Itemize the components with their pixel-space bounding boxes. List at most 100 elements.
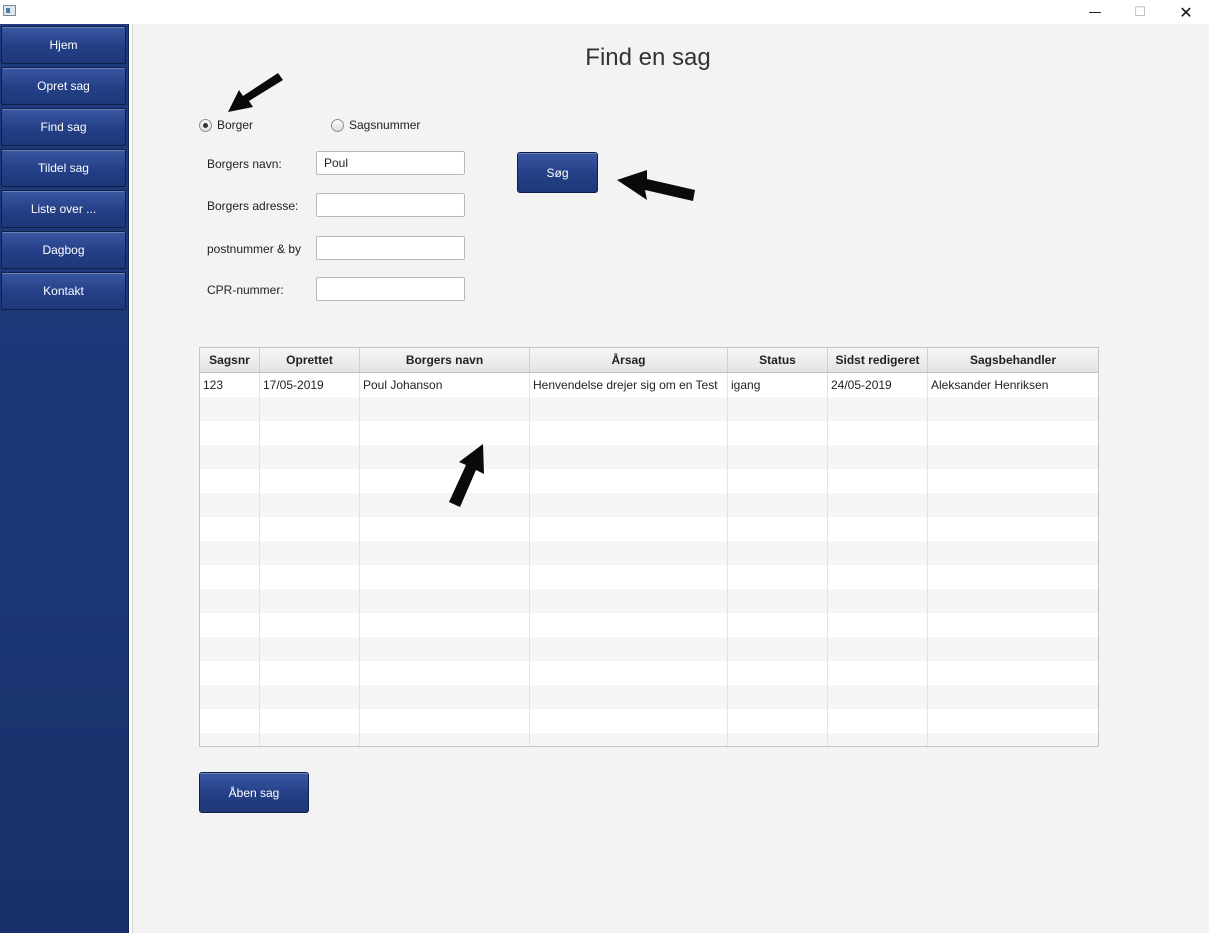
table-row-empty <box>200 469 1098 493</box>
table-cell-empty <box>200 421 260 445</box>
table-cell-empty <box>828 565 928 589</box>
sidebar-item-tildel-sag[interactable]: Tildel sag <box>1 149 126 187</box>
column-header-aarsag[interactable]: Årsag <box>530 348 728 372</box>
table-row-empty <box>200 637 1098 661</box>
table-cell-empty <box>728 565 828 589</box>
table-cell-empty <box>360 445 530 469</box>
cases-table: Sagsnr Oprettet Borgers navn Årsag Statu… <box>199 347 1099 747</box>
arrow-annotation-icon <box>228 73 283 112</box>
table-cell-empty <box>200 541 260 565</box>
table-cell-empty <box>530 733 728 746</box>
table-row-empty <box>200 733 1098 746</box>
radio-borger[interactable]: Borger <box>199 118 253 132</box>
borgers-navn-label: Borgers navn: <box>207 157 282 171</box>
table-cell-empty <box>260 421 360 445</box>
table-cell-empty <box>928 445 1098 469</box>
cell-borgers-navn: Poul Johanson <box>360 373 530 397</box>
table-cell-empty <box>928 517 1098 541</box>
column-header-status[interactable]: Status <box>728 348 828 372</box>
table-cell-empty <box>928 613 1098 637</box>
main-panel: Find en sag Borger Sagsnummer Borgers na… <box>132 24 1209 933</box>
maximize-icon[interactable]: ☐ <box>1117 0 1163 24</box>
cell-oprettet: 17/05-2019 <box>260 373 360 397</box>
cpr-nummer-input[interactable] <box>316 277 465 301</box>
table-cell-empty <box>260 493 360 517</box>
table-cell-empty <box>200 493 260 517</box>
table-row-empty <box>200 589 1098 613</box>
table-cell-empty <box>928 685 1098 709</box>
borgers-navn-input[interactable] <box>316 151 465 175</box>
sidebar-item-hjem[interactable]: Hjem <box>1 26 126 64</box>
table-cell-empty <box>530 637 728 661</box>
table-cell-empty <box>728 445 828 469</box>
table-cell-empty <box>360 685 530 709</box>
table-cell-empty <box>530 397 728 421</box>
column-header-oprettet[interactable]: Oprettet <box>260 348 360 372</box>
table-cell-empty <box>928 709 1098 733</box>
sidebar: Hjem Opret sag Find sag Tildel sag Liste… <box>0 24 129 933</box>
table-cell-empty <box>200 469 260 493</box>
table-cell-empty <box>728 685 828 709</box>
sidebar-item-kontakt[interactable]: Kontakt <box>1 272 126 310</box>
table-row[interactable]: 123 17/05-2019 Poul Johanson Henvendelse… <box>200 373 1098 397</box>
table-cell-empty <box>828 661 928 685</box>
open-case-button[interactable]: Åben sag <box>199 772 309 813</box>
sidebar-item-opret-sag[interactable]: Opret sag <box>1 67 126 105</box>
table-body: 123 17/05-2019 Poul Johanson Henvendelse… <box>200 373 1098 746</box>
sidebar-item-dagbog[interactable]: Dagbog <box>1 231 126 269</box>
table-cell-empty <box>828 397 928 421</box>
radio-borger-label: Borger <box>217 118 254 132</box>
table-cell-empty <box>360 709 530 733</box>
postnummer-by-input[interactable] <box>316 236 465 260</box>
table-cell-empty <box>928 397 1098 421</box>
table-cell-empty <box>260 613 360 637</box>
title-bar: — ☐ ✕ <box>0 0 1209 24</box>
search-button[interactable]: Søg <box>517 152 598 193</box>
table-cell-empty <box>928 637 1098 661</box>
table-cell-empty <box>530 661 728 685</box>
table-cell-empty <box>828 517 928 541</box>
table-cell-empty <box>260 589 360 613</box>
radio-borger-indicator[interactable] <box>199 118 212 132</box>
minimize-icon[interactable]: — <box>1072 0 1118 24</box>
radio-sagsnummer-indicator[interactable] <box>331 118 344 132</box>
sidebar-item-find-sag[interactable]: Find sag <box>1 108 126 146</box>
sidebar-item-liste-over[interactable]: Liste over ... <box>1 190 126 228</box>
column-header-borgers-navn[interactable]: Borgers navn <box>360 348 530 372</box>
table-cell-empty <box>530 589 728 613</box>
table-cell-empty <box>928 469 1098 493</box>
borgers-adresse-input[interactable] <box>316 193 465 217</box>
table-cell-empty <box>728 493 828 517</box>
table-cell-empty <box>728 397 828 421</box>
column-header-sidst-redigeret[interactable]: Sidst redigeret <box>828 348 928 372</box>
table-cell-empty <box>360 733 530 746</box>
table-cell-empty <box>530 613 728 637</box>
cell-aarsag: Henvendelse drejer sig om en Test <box>530 373 728 397</box>
table-cell-empty <box>928 421 1098 445</box>
table-row-empty <box>200 397 1098 421</box>
column-header-sagsbehandler[interactable]: Sagsbehandler <box>928 348 1098 372</box>
radio-sagsnummer[interactable]: Sagsnummer <box>331 118 420 132</box>
cell-sidst-redigeret: 24/05-2019 <box>828 373 928 397</box>
table-cell-empty <box>530 685 728 709</box>
table-row-empty <box>200 445 1098 469</box>
table-cell-empty <box>828 637 928 661</box>
table-cell-empty <box>530 709 728 733</box>
table-cell-empty <box>530 565 728 589</box>
table-cell-empty <box>360 565 530 589</box>
table-cell-empty <box>260 445 360 469</box>
column-header-sagsnr[interactable]: Sagsnr <box>200 348 260 372</box>
table-cell-empty <box>260 733 360 746</box>
table-header: Sagsnr Oprettet Borgers navn Årsag Statu… <box>200 348 1098 373</box>
table-cell-empty <box>828 589 928 613</box>
table-cell-empty <box>828 685 928 709</box>
table-cell-empty <box>828 469 928 493</box>
table-cell-empty <box>200 637 260 661</box>
table-cell-empty <box>360 589 530 613</box>
table-row-empty <box>200 613 1098 637</box>
close-icon[interactable]: ✕ <box>1163 0 1209 24</box>
table-cell-empty <box>828 709 928 733</box>
table-cell-empty <box>530 445 728 469</box>
table-cell-empty <box>360 397 530 421</box>
table-cell-empty <box>728 661 828 685</box>
